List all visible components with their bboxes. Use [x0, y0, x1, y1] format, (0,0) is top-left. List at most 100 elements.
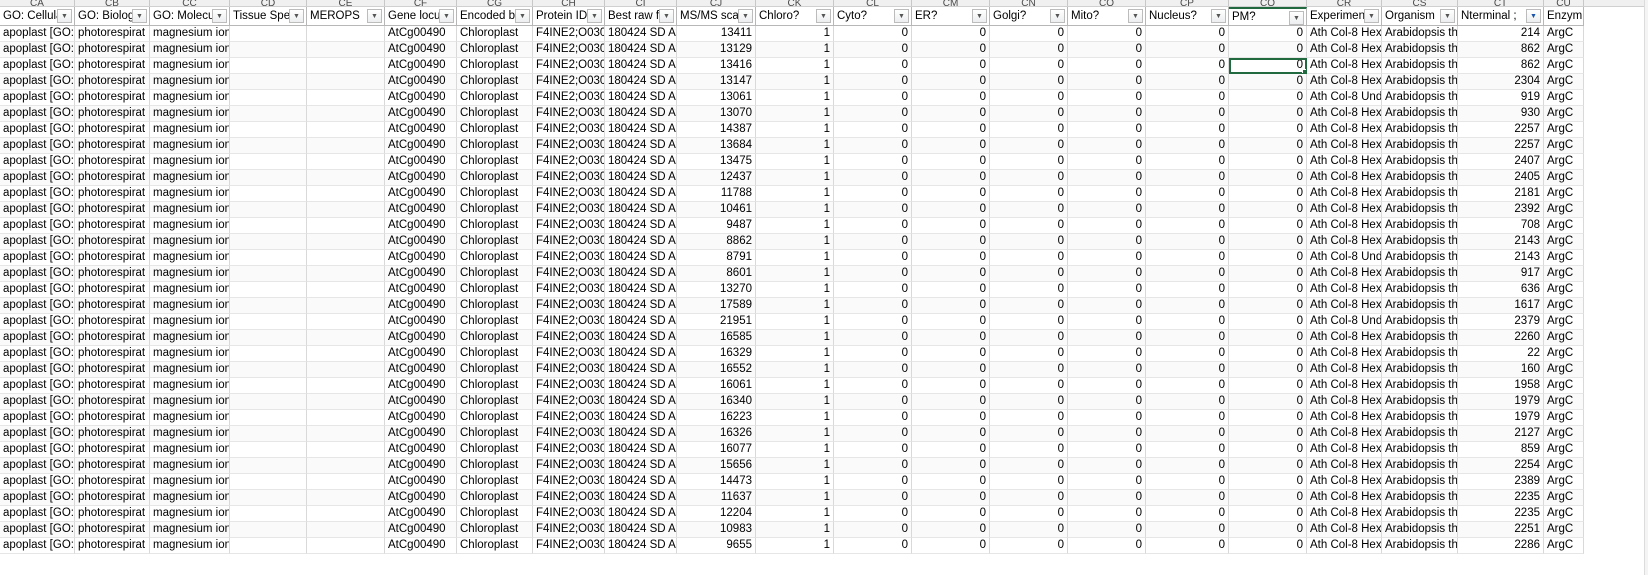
table-cell[interactable]: 0 — [1146, 314, 1229, 330]
table-row[interactable]: apoplast [GO: photorespirat magnesium ion … — [0, 362, 1648, 378]
table-cell[interactable]: 180424 SD Ath — [605, 522, 677, 538]
table-cell[interactable]: 0 — [1068, 250, 1146, 266]
table-cell[interactable] — [230, 218, 307, 234]
table-cell[interactable]: apoplast [GO: — [0, 122, 75, 138]
table-cell[interactable]: magnesium ion binding [GO:0000287]; mor — [150, 58, 230, 74]
table-cell[interactable]: Arabidopsis th — [1382, 170, 1458, 186]
table-row[interactable]: apoplast [GO: photorespirat magnesium ion … — [0, 186, 1648, 202]
table-cell[interactable]: 16585 — [677, 330, 756, 346]
table-cell[interactable]: apoplast [GO: — [0, 426, 75, 442]
table-cell[interactable] — [230, 26, 307, 42]
table-cell[interactable]: 0 — [1068, 154, 1146, 170]
table-row[interactable]: apoplast [GO: photorespirat magnesium ion … — [0, 42, 1648, 58]
filter-dropdown-icon[interactable]: ▼ — [894, 9, 909, 23]
table-cell[interactable]: 0 — [990, 506, 1068, 522]
table-cell[interactable]: 0 — [834, 170, 912, 186]
table-cell[interactable]: photorespirat — [75, 250, 150, 266]
table-cell[interactable] — [307, 122, 385, 138]
table-cell[interactable]: 0 — [1068, 506, 1146, 522]
table-cell[interactable]: 180424 SD Ath — [605, 442, 677, 458]
table-cell[interactable]: Arabidopsis th — [1382, 266, 1458, 282]
column-header-ci[interactable]: Best raw fi ▼ — [605, 7, 677, 26]
table-row[interactable]: apoplast [GO: photorespirat magnesium ion … — [0, 330, 1648, 346]
table-cell[interactable]: 1 — [756, 106, 834, 122]
table-cell[interactable]: 0 — [990, 202, 1068, 218]
table-cell[interactable]: 1 — [756, 170, 834, 186]
table-cell[interactable] — [307, 410, 385, 426]
table-cell[interactable]: 0 — [1146, 474, 1229, 490]
table-cell[interactable]: 0 — [1146, 506, 1229, 522]
column-letter-cj[interactable]: CJ — [677, 0, 756, 6]
column-letter-cb[interactable]: CB — [75, 0, 150, 6]
table-cell[interactable]: Chloroplast — [457, 106, 533, 122]
table-row[interactable]: apoplast [GO: photorespirat magnesium ion … — [0, 282, 1648, 298]
table-cell[interactable]: Arabidopsis th — [1382, 394, 1458, 410]
table-cell[interactable]: magnesium ion binding [GO:0000287]; mor — [150, 42, 230, 58]
table-cell[interactable] — [230, 42, 307, 58]
column-header-cn[interactable]: Golgi? ▼ — [990, 7, 1068, 26]
table-cell[interactable]: 0 — [834, 330, 912, 346]
table-cell[interactable]: photorespirat — [75, 538, 150, 554]
table-cell[interactable]: magnesium ion binding [GO:0000287]; mor — [150, 474, 230, 490]
table-cell[interactable]: 0 — [912, 186, 990, 202]
column-header-cg[interactable]: Encoded by ▼ — [457, 7, 533, 26]
table-cell[interactable]: Arabidopsis th — [1382, 314, 1458, 330]
table-cell[interactable] — [230, 266, 307, 282]
table-cell[interactable]: 0 — [990, 218, 1068, 234]
table-cell[interactable]: 16326 — [677, 426, 756, 442]
column-header-cm[interactable]: ER? ▼ — [912, 7, 990, 26]
table-cell[interactable]: AtCg00490 — [385, 234, 457, 250]
filter-dropdown-icon[interactable]: ▼ — [212, 9, 227, 23]
table-cell[interactable]: 1 — [756, 282, 834, 298]
table-cell[interactable]: AtCg00490 — [385, 506, 457, 522]
table-cell[interactable]: photorespirat — [75, 138, 150, 154]
table-row[interactable]: apoplast [GO: photorespirat magnesium ion … — [0, 378, 1648, 394]
column-header-ca[interactable]: GO: Cellula ▼ — [0, 7, 75, 26]
table-cell[interactable]: 0 — [834, 394, 912, 410]
table-cell[interactable]: 919 — [1458, 90, 1544, 106]
table-cell[interactable]: 0 — [1229, 474, 1307, 490]
table-cell[interactable]: photorespirat — [75, 170, 150, 186]
table-row[interactable]: apoplast [GO: photorespirat magnesium ion … — [0, 490, 1648, 506]
table-cell[interactable]: 0 — [1146, 26, 1229, 42]
table-cell[interactable]: Chloroplast — [457, 298, 533, 314]
table-cell[interactable]: ArgC — [1544, 394, 1584, 410]
table-cell[interactable]: 0 — [990, 186, 1068, 202]
table-cell[interactable]: photorespirat — [75, 106, 150, 122]
table-cell[interactable]: 1 — [756, 330, 834, 346]
table-cell[interactable]: 0 — [990, 90, 1068, 106]
table-cell[interactable]: 0 — [912, 218, 990, 234]
table-cell[interactable]: 1 — [756, 42, 834, 58]
table-cell[interactable]: 0 — [1146, 282, 1229, 298]
table-cell[interactable]: photorespirat — [75, 282, 150, 298]
table-cell[interactable]: 180424 SD Ath — [605, 58, 677, 74]
table-cell[interactable]: 0 — [1146, 186, 1229, 202]
table-cell[interactable]: 180424 SD Ath — [605, 490, 677, 506]
table-cell[interactable] — [307, 138, 385, 154]
table-cell[interactable] — [230, 250, 307, 266]
table-cell[interactable]: AtCg00490 — [385, 346, 457, 362]
table-cell[interactable]: photorespirat — [75, 218, 150, 234]
table-cell[interactable]: 0 — [912, 170, 990, 186]
table-cell[interactable]: apoplast [GO: — [0, 474, 75, 490]
table-cell[interactable]: AtCg00490 — [385, 170, 457, 186]
table-cell[interactable] — [230, 58, 307, 74]
table-cell[interactable]: 0 — [834, 122, 912, 138]
table-cell[interactable]: 0 — [912, 90, 990, 106]
column-letter-cs[interactable]: CS — [1382, 0, 1458, 6]
table-cell[interactable]: 160 — [1458, 362, 1544, 378]
filter-dropdown-icon[interactable]: ▼ — [1289, 11, 1304, 25]
table-cell[interactable]: Ath Col-8 Hexa — [1307, 186, 1382, 202]
column-header-cs[interactable]: Organism ▼ — [1382, 7, 1458, 26]
table-cell[interactable]: apoplast [GO: — [0, 394, 75, 410]
table-cell[interactable]: F4INE2;O0304 — [533, 170, 605, 186]
table-cell[interactable]: Arabidopsis th — [1382, 410, 1458, 426]
table-cell[interactable]: ArgC — [1544, 138, 1584, 154]
column-letter-ct[interactable]: CT — [1458, 0, 1544, 6]
table-cell[interactable]: 0 — [912, 122, 990, 138]
table-cell[interactable] — [307, 74, 385, 90]
table-cell[interactable]: 13416 — [677, 58, 756, 74]
table-cell[interactable] — [230, 74, 307, 90]
table-cell[interactable]: Arabidopsis th — [1382, 106, 1458, 122]
table-cell[interactable]: 180424 SD Ath — [605, 74, 677, 90]
